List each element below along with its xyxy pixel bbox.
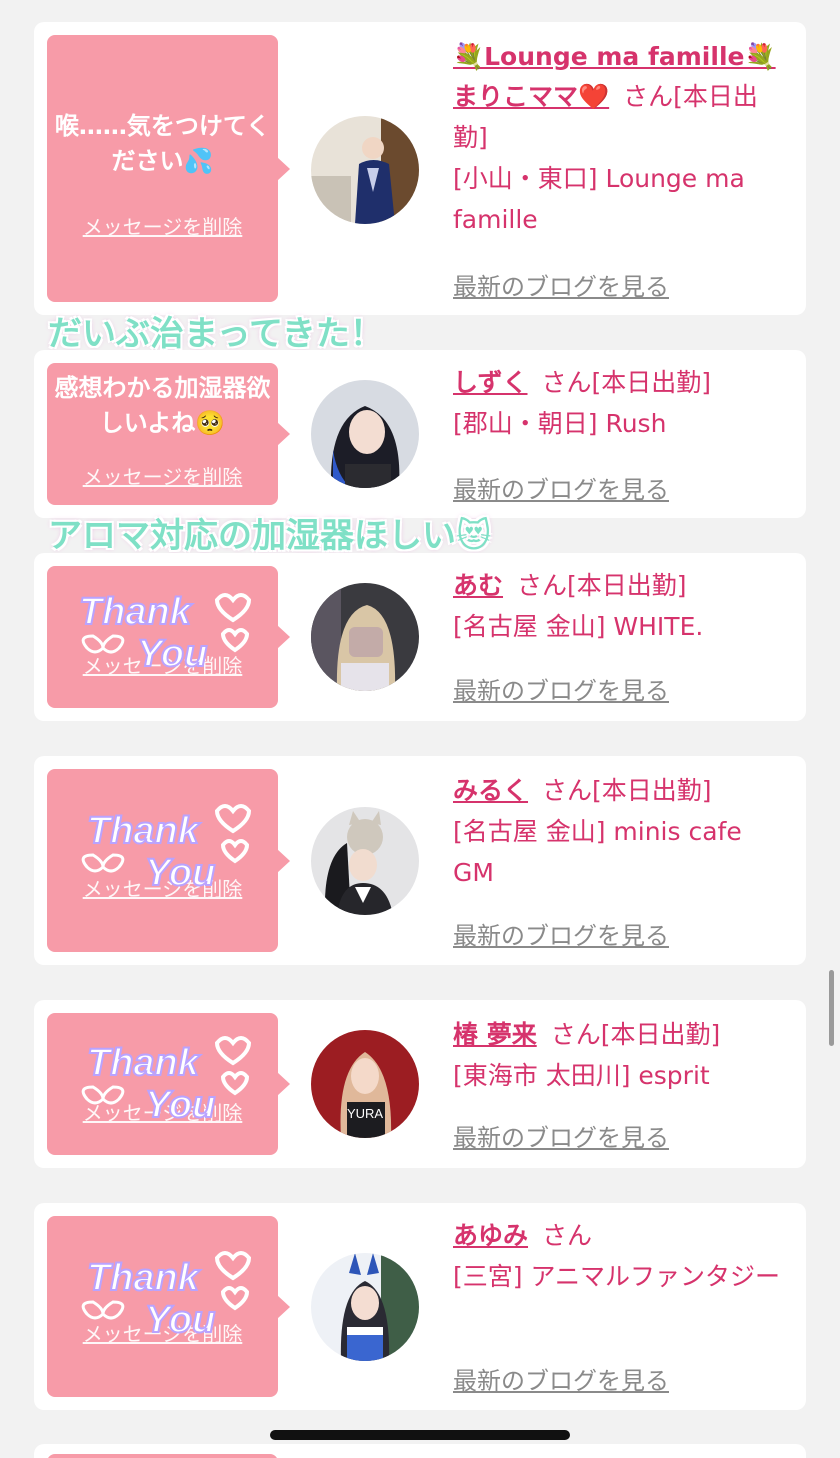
sticker-text-you: You — [145, 1299, 215, 1341]
latest-blog-link[interactable]: 最新のブログを見る — [453, 671, 669, 706]
heart-icon — [220, 1071, 250, 1096]
host-status: さん[本日出勤] — [517, 571, 687, 600]
heart-icon — [220, 839, 250, 864]
shop-location: [名古屋 金山] WHITE. — [453, 612, 704, 641]
message-bubble: 感想わかる加湿器欲しいよね🥺 メッセージを削除 — [47, 363, 290, 505]
host-status: さん — [542, 1221, 593, 1250]
card-ayumi: メッセージを削除 Thank You あゆみ さん [三宮] アニマルファンタジ… — [34, 1203, 806, 1410]
host-info: しずく さん[本日出勤] [郡山・朝日] Rush — [453, 362, 784, 444]
card-miruku: メッセージを削除 Thank You みるく さん[本日出勤] [名古屋 金山]… — [34, 756, 806, 965]
avatar-caption: YURA — [347, 1106, 383, 1121]
shop-location: [三宮] アニマルファンタジー — [453, 1262, 780, 1291]
sticker-text-thank: Thank — [79, 591, 193, 633]
cat-mask-portrait-avatar[interactable] — [311, 807, 419, 915]
host-info: 椿 夢来 さん[本日出勤] [東海市 太田川] esprit — [453, 1014, 784, 1096]
thank-you-sticker: Thank You — [81, 1036, 252, 1127]
host-name-link[interactable]: あむ — [453, 571, 503, 600]
message-list: 喉……気をつけてください💦 メッセージを削除 💐Lounge ma famill… — [0, 0, 840, 1458]
host-info: 💐Lounge ma famille💐 まりこママ❤️ さん[本日出勤] [小山・… — [453, 38, 784, 240]
heart-icon — [220, 1286, 250, 1311]
host-info: みるく さん[本日出勤] [名古屋 金山] minis cafe GM — [453, 770, 784, 893]
thank-you-sticker: Thank You — [78, 590, 252, 676]
bunny-costume-portrait-avatar[interactable] — [311, 1253, 419, 1361]
host-info: あむ さん[本日出勤] [名古屋 金山] WHITE. — [453, 565, 784, 647]
message-bubble: メッセージを削除 Thank You — [47, 566, 290, 708]
sticker-text-you: You — [145, 852, 215, 894]
host-name-link[interactable]: みるく — [453, 776, 528, 805]
message-text: 喉……気をつけてください💦 — [54, 112, 271, 175]
overlay-caption: だいぶ治まってきた！ — [48, 314, 384, 354]
ribbon-icon — [81, 853, 125, 873]
host-name-link[interactable]: 椿 夢来 — [453, 1020, 537, 1049]
host-name-link[interactable]: しずく — [453, 368, 528, 397]
overlay-caption: アロマ対応の加湿器ほしい😻 — [48, 516, 492, 556]
sticker-text-thank: Thank — [87, 1042, 201, 1084]
ribbon-icon — [81, 1300, 125, 1320]
home-indicator[interactable] — [270, 1430, 570, 1440]
host-name-link[interactable]: あゆみ — [453, 1221, 528, 1250]
message-bubble: 喉……気をつけてください💦 メッセージを削除 — [47, 35, 290, 302]
shop-location: [郡山・朝日] Rush — [453, 409, 667, 438]
sticker-text-thank: Thank — [87, 1257, 201, 1299]
delete-message-link[interactable]: メッセージを削除 — [47, 461, 278, 490]
message-bubble: メッセージを削除 Thank You — [47, 1216, 290, 1397]
girl-portrait-avatar[interactable] — [311, 380, 419, 488]
host-status: さん[本日出勤] — [541, 368, 712, 397]
heart-icon — [214, 593, 252, 623]
birthday-portrait-avatar[interactable]: YURA — [311, 1030, 419, 1138]
latest-blog-link[interactable]: 最新のブログを見る — [453, 470, 669, 505]
card-mariko: 喉……気をつけてください💦 メッセージを削除 💐Lounge ma famill… — [34, 22, 806, 315]
message-text: 感想わかる加湿器欲しいよね🥺 — [54, 374, 271, 437]
shop-location: [名古屋 金山] minis cafe GM — [453, 817, 742, 887]
ribbon-icon — [81, 634, 125, 654]
ribbon-icon — [81, 1085, 125, 1105]
scrollbar[interactable] — [829, 970, 834, 1046]
host-status: さん[本日出勤] — [550, 1020, 721, 1049]
shop-location: [東海市 太田川] esprit — [453, 1061, 710, 1090]
sticker-text-thank: Thank — [87, 810, 201, 852]
host-info: あゆみ さん [三宮] アニマルファンタジー — [453, 1215, 784, 1297]
host-name-link[interactable]: まりこママ❤️ — [453, 82, 609, 111]
host-status: さん[本日出勤] — [542, 776, 712, 805]
kimono-portrait-avatar[interactable] — [311, 116, 419, 224]
heart-icon — [214, 804, 252, 834]
thank-you-sticker: Thank You — [81, 1251, 252, 1342]
card-amu: メッセージを削除 Thank You あむ さん[本日出勤] [名古屋 金山] W… — [34, 553, 806, 721]
latest-blog-link[interactable]: 最新のブログを見る — [453, 1361, 669, 1396]
latest-blog-link[interactable]: 最新のブログを見る — [453, 916, 669, 951]
message-bubble: メッセージを削除 Thank You — [47, 769, 290, 952]
delete-message-link[interactable]: メッセージを削除 — [47, 211, 278, 240]
sticker-text-you: You — [137, 633, 207, 675]
card-yura: メッセージを削除 Thank You YURA 椿 夢来 さん[本日出勤] [東海… — [34, 1000, 806, 1168]
shop-location: [小山・東口] Lounge ma famille — [453, 164, 745, 234]
thank-you-sticker: Thank You — [81, 804, 252, 895]
card-shizuku: 感想わかる加湿器欲しいよね🥺 メッセージを削除 しずく さん[本日出勤] [郡山・… — [34, 350, 806, 518]
latest-blog-link[interactable]: 最新のブログを見る — [453, 267, 669, 302]
heart-icon — [214, 1251, 252, 1281]
heart-icon — [214, 1036, 252, 1066]
latest-blog-link[interactable]: 最新のブログを見る — [453, 1118, 669, 1153]
message-bubble: メッセージを削除 Thank You — [47, 1013, 290, 1155]
sticker-text-you: You — [145, 1084, 215, 1126]
shop-title-link[interactable]: 💐Lounge ma famille💐 — [453, 38, 784, 76]
card-next-partial — [34, 1444, 806, 1458]
message-bubble — [47, 1454, 278, 1458]
heart-icon — [220, 628, 250, 653]
blurred-portrait-avatar[interactable] — [311, 583, 419, 691]
